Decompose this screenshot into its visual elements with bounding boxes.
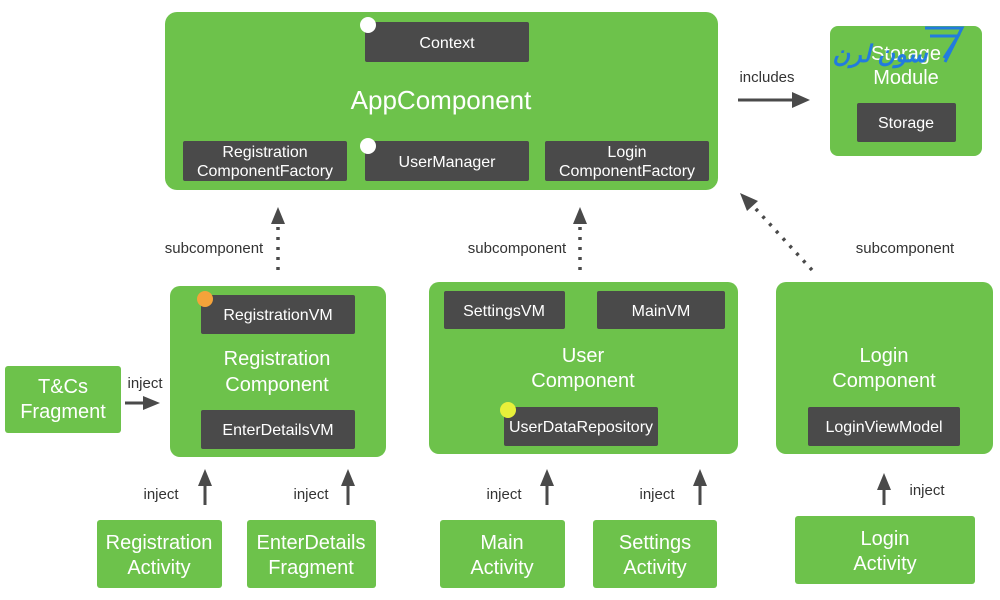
subcomponent-label: subcomponent <box>468 240 567 257</box>
main-vm-label: MainVM <box>632 303 691 320</box>
singleton-scope-dot <box>360 138 376 154</box>
registration-factory-label: Registration <box>222 144 307 161</box>
user-component-title: Component <box>531 370 635 392</box>
user-scope-dot <box>500 402 516 418</box>
main-activity: Main Activity <box>440 520 565 588</box>
settings-activity: Settings Activity <box>593 520 717 588</box>
svg-text:Fragment: Fragment <box>268 557 354 579</box>
context-label: Context <box>419 35 475 52</box>
svg-text:Login: Login <box>861 528 910 550</box>
registration-component-title: Component <box>225 374 329 396</box>
enter-details-fragment: EnterDetails Fragment <box>247 520 376 588</box>
storage-label: Storage <box>878 115 934 132</box>
registration-activity: Registration Activity <box>97 520 222 588</box>
inject-arrow <box>877 473 891 490</box>
dagger-component-diagram: Context AppComponent Registration Compon… <box>5 12 993 588</box>
activity-scope-dot <box>197 291 213 307</box>
login-component-title: Login <box>860 345 909 367</box>
svg-text:T&Cs: T&Cs <box>38 376 88 398</box>
includes-label: includes <box>739 69 794 86</box>
inject-label: inject <box>143 486 179 503</box>
inject-arrow <box>540 469 554 486</box>
subcomponent-label: subcomponent <box>856 240 955 257</box>
inject-arrow <box>341 469 355 486</box>
svg-text:Activity: Activity <box>623 557 686 579</box>
svg-text:Settings: Settings <box>619 532 691 554</box>
inject-arrow <box>198 469 212 486</box>
inject-label: inject <box>486 486 522 503</box>
login-component: Login Component LoginViewModel <box>776 282 993 454</box>
svg-text:Activity: Activity <box>470 557 533 579</box>
svg-text:EnterDetails: EnterDetails <box>257 532 366 554</box>
enter-details-vm-label: EnterDetailsVM <box>222 422 333 439</box>
inject-label: inject <box>127 375 163 392</box>
registration-component: RegistrationVM Registration Component En… <box>170 286 386 457</box>
svg-text:Fragment: Fragment <box>20 401 106 423</box>
user-manager-label: UserManager <box>399 154 497 171</box>
svg-text:Registration: Registration <box>106 532 213 554</box>
login-activity: Login Activity <box>795 516 975 584</box>
app-component-title: AppComponent <box>351 85 532 115</box>
login-factory-label: Login <box>607 144 646 161</box>
svg-text:Main: Main <box>480 532 523 554</box>
app-component: Context AppComponent Registration Compon… <box>165 12 718 190</box>
tcs-fragment: T&Cs Fragment <box>5 366 121 433</box>
user-component: SettingsVM MainVM User Component UserDat… <box>429 282 738 454</box>
login-component-title: Component <box>832 370 936 392</box>
login-view-model-label: LoginViewModel <box>825 419 942 436</box>
svg-text:سون لرن: سون لرن <box>833 41 929 69</box>
subcomponent-label: subcomponent <box>165 240 264 257</box>
login-factory-label: ComponentFactory <box>559 163 695 180</box>
svg-text:Activity: Activity <box>127 557 190 579</box>
settings-vm-label: SettingsVM <box>463 303 545 320</box>
inject-label: inject <box>293 486 329 503</box>
inject-label: inject <box>639 486 675 503</box>
storage-module-title: Module <box>873 67 939 89</box>
user-component-title: User <box>562 345 605 367</box>
subcomponent-arrow <box>753 206 814 272</box>
user-data-repository-label: UserDataRepository <box>509 419 653 436</box>
registration-factory-label: ComponentFactory <box>197 163 333 180</box>
registration-vm-label: RegistrationVM <box>223 307 332 324</box>
inject-arrow <box>693 469 707 486</box>
inject-label: inject <box>909 482 945 499</box>
singleton-scope-dot <box>360 17 376 33</box>
svg-text:Activity: Activity <box>853 553 916 575</box>
registration-component-title: Registration <box>224 348 331 370</box>
